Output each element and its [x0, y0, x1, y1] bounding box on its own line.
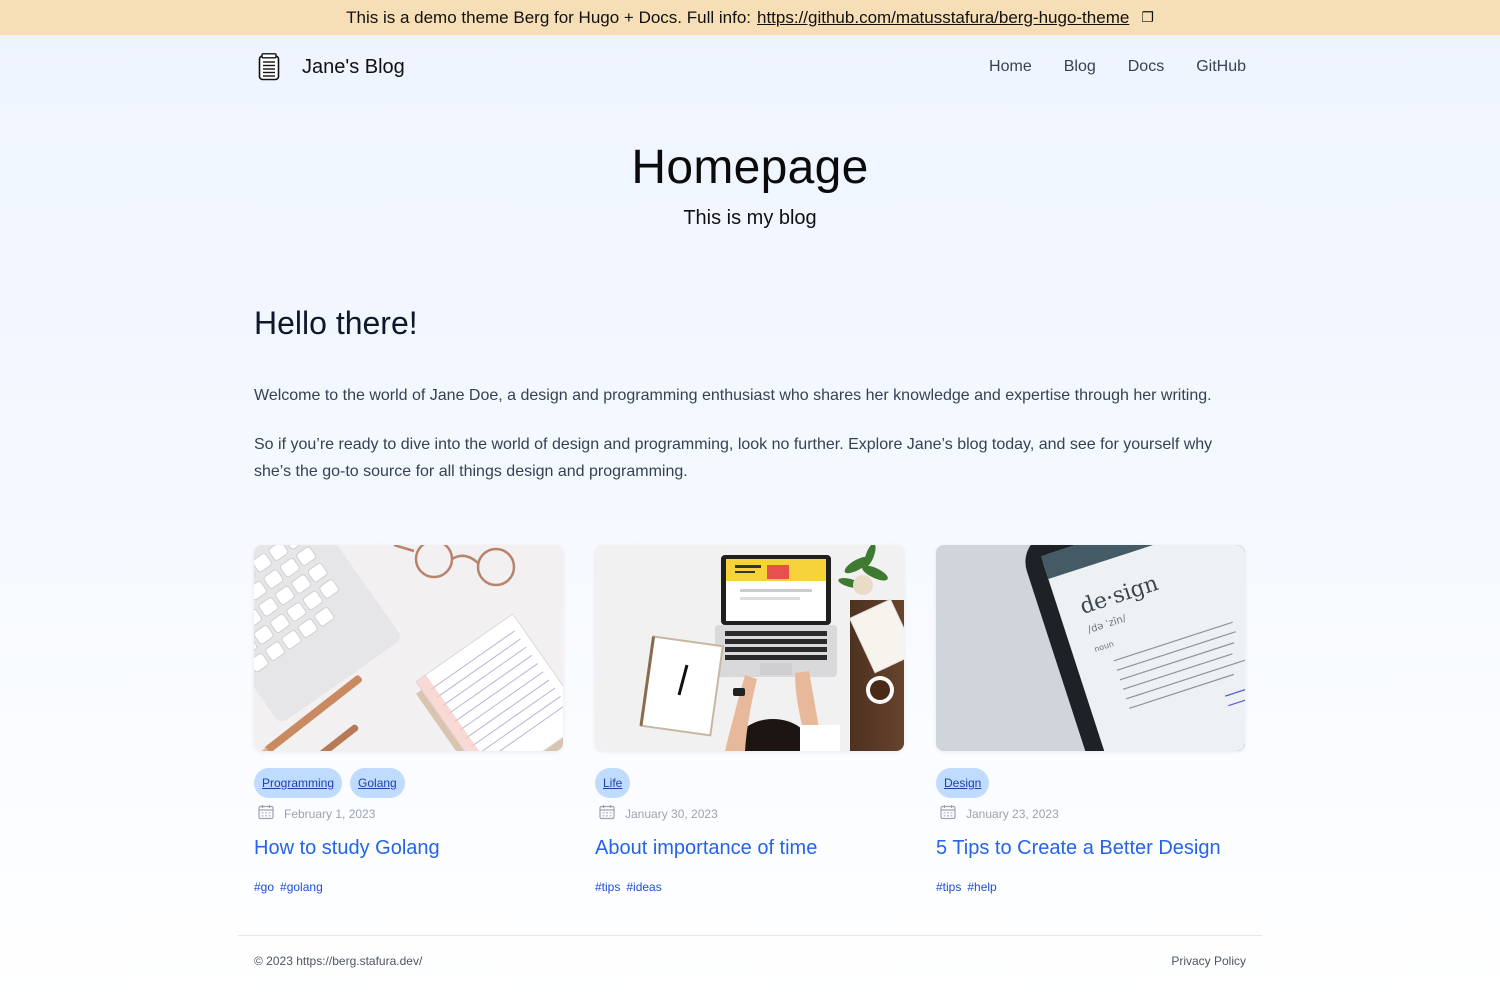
category-chip[interactable]: Life [595, 768, 631, 798]
nav-links: Home Blog Docs GitHub [989, 58, 1246, 76]
post-thumbnail[interactable] [254, 545, 563, 751]
post-date: January 23, 2023 [936, 804, 1245, 823]
tag-link[interactable]: #go [254, 880, 274, 894]
external-link-icon: ❐ [1141, 9, 1154, 25]
top-nav: Jane's Blog Home Blog Docs GitHub [254, 35, 1246, 99]
intro-heading: Hello there! [254, 305, 418, 341]
calendar-icon [258, 804, 274, 823]
desk-keyboard-image [254, 545, 563, 751]
calendar-icon [599, 804, 615, 823]
tag-link[interactable]: #help [967, 880, 996, 894]
tag-link[interactable]: #ideas [626, 880, 661, 894]
post-date-text: February 1, 2023 [284, 806, 376, 821]
notepad-icon [254, 52, 284, 82]
hero: Homepage This is my blog [0, 140, 1500, 230]
post-date: January 30, 2023 [595, 804, 904, 823]
category-list: Programming Golang [254, 768, 563, 798]
tag-list: #go #golang [254, 880, 563, 894]
nav-link-blog[interactable]: Blog [1064, 58, 1096, 76]
nav-link-github[interactable]: GitHub [1196, 58, 1246, 76]
post-date-text: January 23, 2023 [966, 806, 1059, 821]
category-chip[interactable]: Programming [254, 768, 343, 798]
laptop-desk-image [595, 545, 904, 751]
category-list: Life [595, 768, 904, 798]
page-title: Homepage [631, 141, 869, 194]
post-title-link[interactable]: About importance of time [595, 837, 904, 860]
tag-list: #tips #ideas [595, 880, 904, 894]
banner-text: This is a demo theme Berg for Hugo + Doc… [346, 7, 751, 27]
post-thumbnail[interactable]: de·sign /də ˈzīn/ noun [936, 545, 1245, 751]
category-list: Design [936, 768, 1245, 798]
copyright-text: © 2023 https://berg.stafura.dev/ [254, 954, 423, 968]
calendar-icon [940, 804, 956, 823]
tag-link[interactable]: #tips [936, 880, 961, 894]
page-subtitle: This is my blog [683, 207, 817, 229]
tag-link[interactable]: #tips [595, 880, 620, 894]
brand-link[interactable]: Jane's Blog [254, 52, 405, 82]
post-card: de·sign /də ˈzīn/ noun Design January 23… [936, 545, 1245, 894]
post-date: February 1, 2023 [254, 804, 563, 823]
post-card: Programming Golang February 1, 2023 How … [254, 545, 563, 894]
demo-banner: This is a demo theme Berg for Hugo + Doc… [0, 0, 1500, 35]
post-list: Programming Golang February 1, 2023 How … [254, 545, 1246, 894]
post-card: Life January 30, 2023 About importance o… [595, 545, 904, 894]
phone-design-image: de·sign /də ˈzīn/ noun [936, 545, 1245, 751]
footer: © 2023 https://berg.stafura.dev/ Privacy… [238, 935, 1262, 968]
post-date-text: January 30, 2023 [625, 806, 718, 821]
banner-link[interactable]: https://github.com/matusstafura/berg-hug… [757, 8, 1129, 28]
intro-paragraph: So if you’re ready to dive into the worl… [254, 436, 1213, 480]
category-chip[interactable]: Golang [350, 768, 405, 798]
nav-link-docs[interactable]: Docs [1128, 58, 1164, 76]
privacy-policy-link[interactable]: Privacy Policy [1171, 954, 1246, 968]
tag-list: #tips #help [936, 880, 1245, 894]
category-chip[interactable]: Design [936, 768, 990, 798]
intro-paragraph: Welcome to the world of Jane Doe, a desi… [254, 387, 1212, 404]
post-title-link[interactable]: How to study Golang [254, 837, 563, 860]
nav-link-home[interactable]: Home [989, 58, 1032, 76]
post-thumbnail[interactable] [595, 545, 904, 751]
brand-name: Jane's Blog [302, 55, 405, 78]
intro-section: Hello there! Welcome to the world of Jan… [254, 305, 1246, 485]
tag-link[interactable]: #golang [280, 880, 323, 894]
post-title-link[interactable]: 5 Tips to Create a Better Design [936, 837, 1245, 860]
